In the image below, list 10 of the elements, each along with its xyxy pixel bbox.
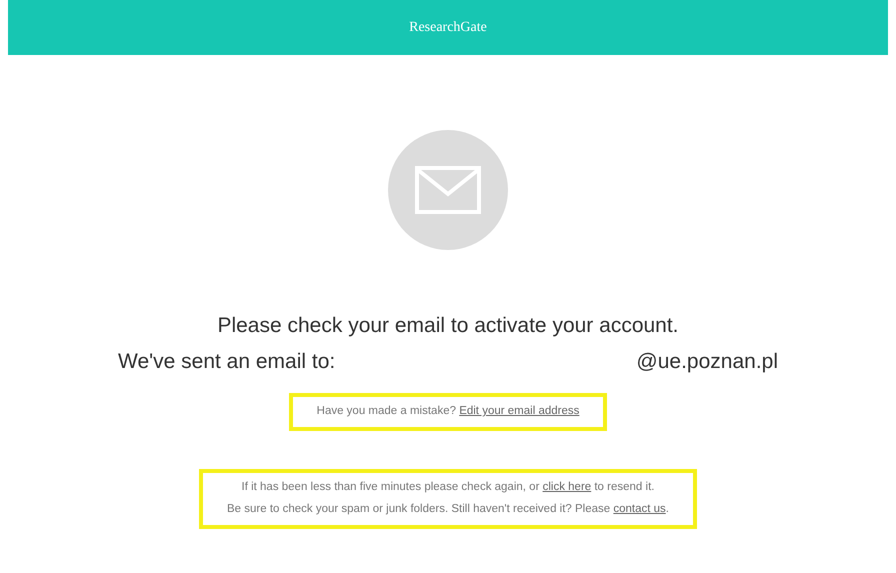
resend-note-line: If it has been less than five minutes please check again, or click here to resend it.	[240, 480, 656, 495]
envelope-icon	[415, 166, 481, 214]
text-link[interactable]: click here	[542, 480, 592, 493]
sent-label: We've sent an email to:	[118, 348, 336, 374]
heading: Please check your email to activate your account.	[216, 313, 680, 339]
text-link[interactable]: Edit your email address	[459, 405, 580, 417]
text-link[interactable]: contact us	[613, 502, 666, 515]
email-address: @ue.poznan.pl	[636, 348, 778, 374]
mistake-note: Have you made a mistake? Edit your email address	[288, 393, 608, 431]
resend-note-line: Be sure to check your spam or junk folders. Still haven't received it? Please contact us.	[227, 502, 669, 517]
